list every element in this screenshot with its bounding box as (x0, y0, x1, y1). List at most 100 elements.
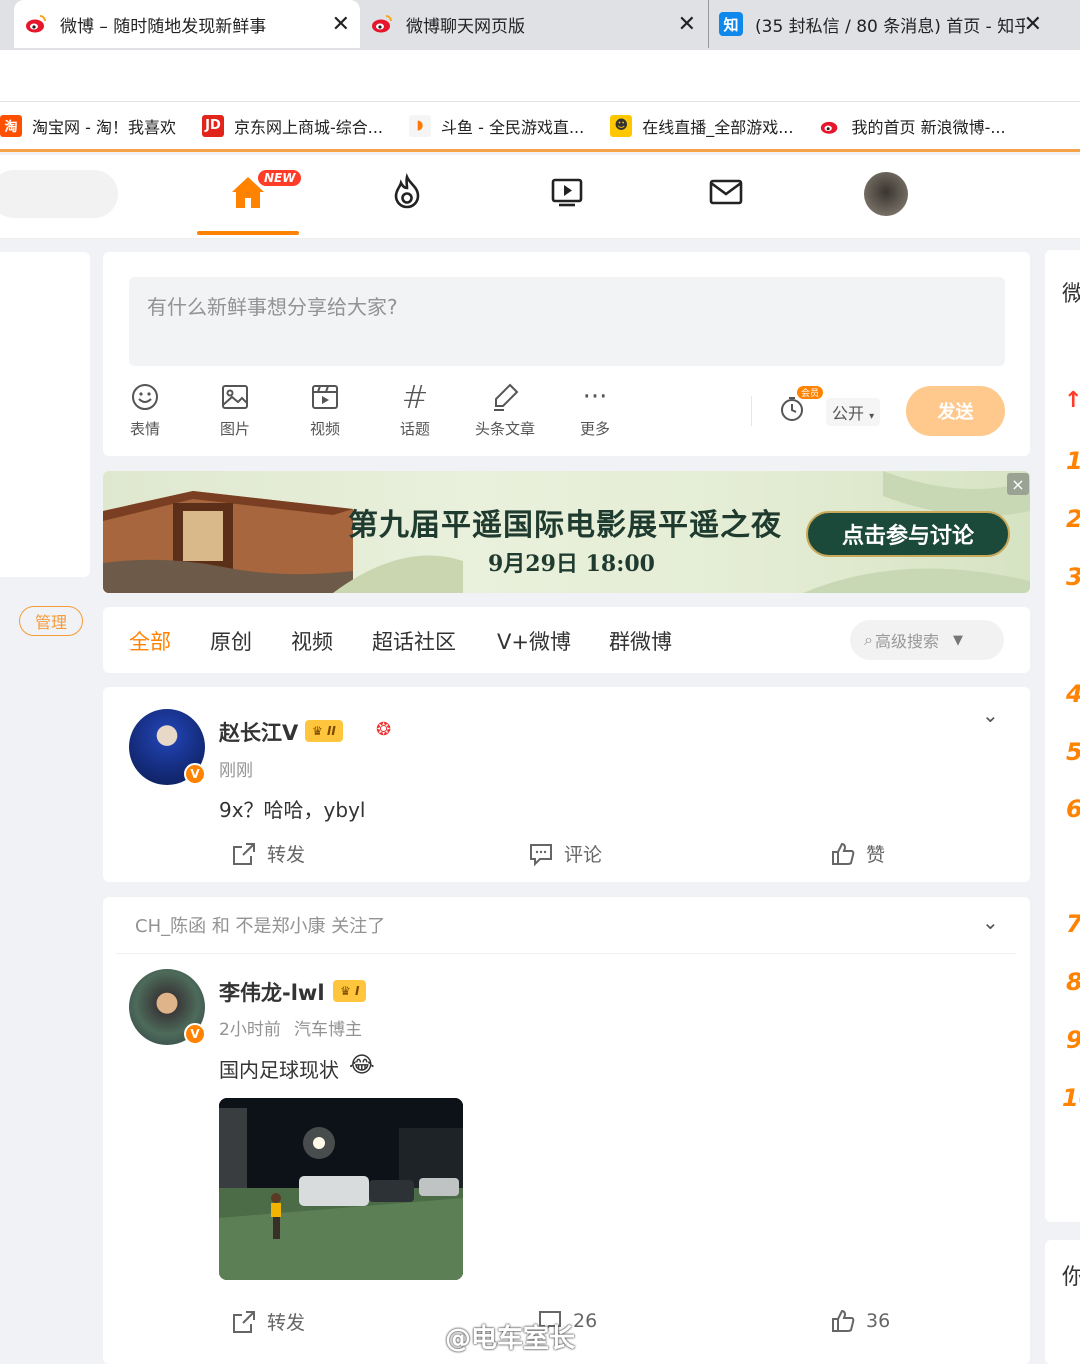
pin-icon: ↑ (1064, 388, 1080, 413)
tab-group[interactable]: 群微博 (609, 626, 672, 656)
bookmark-huya[interactable]: ☻ 在线直播_全部游戏... (610, 114, 793, 138)
hot-rank-number[interactable]: 4 (1066, 680, 1080, 708)
close-icon[interactable]: ✕ (332, 12, 350, 37)
visibility-select[interactable]: 公开 ▾ (826, 398, 881, 426)
hot-rank-number[interactable]: 1 (1066, 447, 1080, 475)
hot-rank-number[interactable]: 5 (1066, 738, 1080, 766)
emoji-icon (132, 384, 158, 410)
manage-button[interactable]: 管理 (19, 606, 83, 636)
tool-emoji[interactable]: 表情 (105, 380, 185, 439)
left-sidebar (0, 252, 90, 577)
tab-video[interactable]: 视频 (291, 626, 333, 656)
repost-button[interactable]: 转发 (231, 840, 305, 867)
tab-title: 微博 – 随时随地发现新鲜事 (60, 16, 267, 37)
douyu-icon: ◗ (409, 114, 431, 137)
tab-original[interactable]: 原创 (210, 626, 252, 656)
browser-tab-zhihu[interactable]: 知 (35 封私信 / 80 条消息) 首页 - 知乎 ✕ (708, 0, 1052, 48)
repost-button[interactable]: 转发 (231, 1308, 305, 1335)
tab-title: (35 封私信 / 80 条消息) 首页 - 知乎 (755, 16, 1025, 37)
banner-date: 9月29日 18:00 (488, 551, 655, 577)
post-username[interactable]: 赵长江V (219, 717, 298, 747)
browser-tab-weibo[interactable]: 微博 – 随时随地发现新鲜事 ✕ (14, 0, 360, 48)
tab-super-topic[interactable]: 超话社区 (372, 626, 456, 656)
video-icon (312, 385, 338, 409)
verified-icon: V (184, 1023, 206, 1045)
vip-badge: 会员 (797, 386, 824, 399)
close-icon[interactable]: × (1007, 473, 1029, 495)
toolbar-divider (751, 396, 752, 426)
bookmark-douyu[interactable]: ◗ 斗鱼 - 全民游戏直... (409, 114, 584, 138)
tab-v-plus[interactable]: V+微博 (497, 626, 571, 656)
huya-icon: ☻ (610, 114, 633, 137)
nav-hot[interactable] (385, 170, 429, 214)
level-badge: ♛ I (333, 980, 367, 1002)
weibo-icon (821, 121, 838, 134)
watermark: @电车室长 (445, 1324, 576, 1354)
taobao-icon: 淘 (0, 114, 22, 137)
tool-image[interactable]: 图片 (195, 380, 275, 439)
chevron-down-icon: ▾ (869, 411, 875, 422)
level-badge: ♛ II (305, 720, 343, 742)
close-icon[interactable]: ✕ (678, 12, 696, 37)
hot-rank-number[interactable]: 6 (1066, 795, 1080, 823)
tab-title: 微博聊天网页版 (406, 16, 525, 37)
new-badge: NEW (258, 170, 302, 186)
weibo-top-nav (0, 155, 1080, 239)
hot-rank-number[interactable]: 7 (1066, 910, 1080, 938)
article-icon (494, 383, 519, 411)
mail-icon (709, 179, 743, 205)
hot-rank-number[interactable]: 2 (1066, 505, 1080, 533)
banner-cta-button[interactable]: 点击参与讨论 (806, 511, 1010, 557)
search-input[interactable] (0, 170, 118, 218)
send-button[interactable]: 发送 (906, 386, 1005, 436)
repost-icon (233, 1310, 255, 1333)
timer-icon[interactable] (778, 395, 806, 423)
nav-video[interactable] (545, 170, 589, 214)
weibo-icon (26, 15, 46, 33)
tool-topic[interactable]: # 话题 (375, 378, 455, 439)
jd-icon: JD (201, 114, 224, 137)
thumbs-up-icon (832, 842, 855, 865)
advanced-search-button[interactable]: ⌕ 高级搜索 ▼ (850, 620, 1004, 660)
tab-all[interactable]: 全部 (129, 626, 171, 656)
address-bar[interactable] (0, 50, 1080, 102)
post-time[interactable]: 刚刚 (219, 756, 253, 781)
search-icon: ⌕ (864, 630, 873, 649)
thumbs-up-icon (832, 1309, 855, 1332)
bookmark-weibo[interactable]: 我的首页 新浪微博-... (819, 114, 1006, 138)
more-icon: ··· (582, 382, 608, 412)
post-image[interactable] (219, 1098, 463, 1280)
tool-article[interactable]: 头条文章 (465, 380, 545, 439)
browser-tab-weibo-chat[interactable]: 微博聊天网页版 ✕ (360, 0, 706, 48)
comment-button[interactable]: 评论 (528, 840, 602, 867)
hot-rank-number[interactable]: 9 (1066, 1026, 1080, 1054)
nav-active-indicator (197, 231, 299, 235)
bookmark-jd[interactable]: JD 京东网上商城-综合... (201, 114, 383, 138)
video-icon (551, 178, 583, 207)
hot-rank-number[interactable]: 8 (1066, 968, 1080, 996)
post-source: 汽车博主 (294, 1020, 362, 1040)
like-button[interactable]: 赞 (830, 840, 885, 867)
right-sidebar-title-2: 你 (1062, 1265, 1080, 1290)
hot-rank-number[interactable]: 3 (1066, 563, 1080, 591)
tool-more[interactable]: ··· 更多 (555, 380, 635, 439)
medal-icon: ❂ (376, 719, 392, 740)
image-icon (222, 385, 248, 409)
right-sidebar-title: 微 (1062, 282, 1080, 307)
chevron-down-icon: ▼ (952, 632, 963, 648)
chevron-down-icon[interactable]: ⌄ (982, 910, 999, 934)
tool-video[interactable]: 视频 (285, 380, 365, 439)
nav-messages[interactable] (704, 170, 748, 214)
avatar[interactable] (864, 172, 908, 216)
bookmark-taobao[interactable]: 淘淘宝网 - 淘！我喜欢 (0, 114, 176, 138)
laughing-crying-emoji-icon: 😂 (349, 1053, 375, 1078)
chevron-down-icon[interactable]: ⌄ (982, 703, 999, 727)
post-input[interactable]: 有什么新鲜事想分享给大家? (129, 277, 1005, 366)
comment-icon (530, 843, 552, 866)
post-time[interactable]: 2小时前 (219, 1015, 281, 1040)
like-button[interactable]: 36 (830, 1308, 890, 1334)
hot-rank-number[interactable]: 10 (1062, 1084, 1080, 1112)
close-icon[interactable]: ✕ (1024, 12, 1042, 37)
post-text: 9x？哈哈，ybyl (219, 798, 366, 822)
post-username[interactable]: 李伟龙-lwl (219, 977, 325, 1007)
